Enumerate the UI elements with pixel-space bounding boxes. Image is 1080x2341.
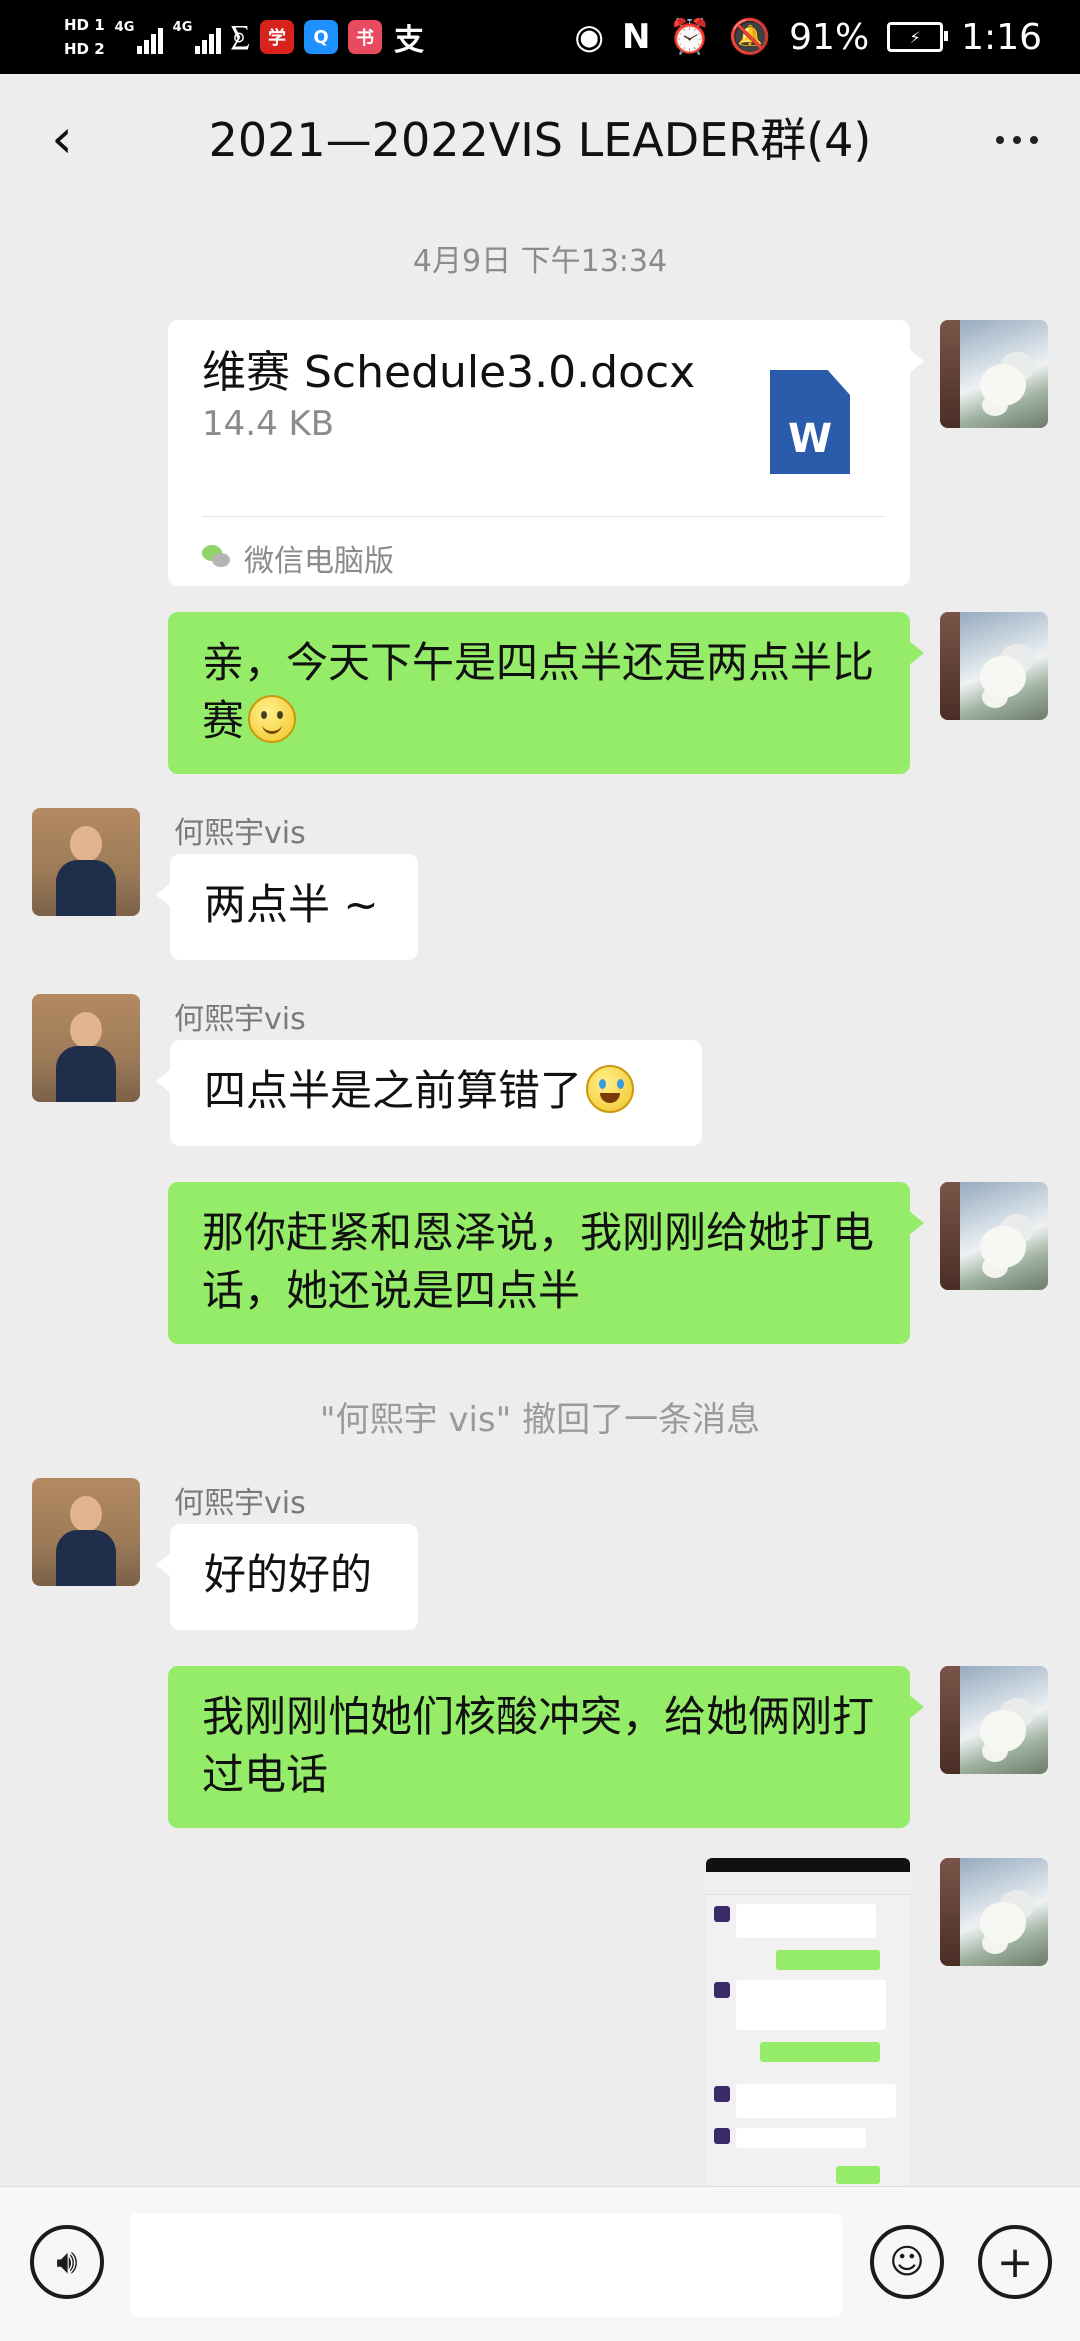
file-source: 微信电脑版 bbox=[202, 536, 394, 580]
thumb-avatar bbox=[714, 2128, 730, 2144]
file-message-card[interactable]: 维赛 Schedule3.0.docx 14.4 KB W 微信电脑版 bbox=[168, 320, 924, 586]
avatar-other[interactable] bbox=[32, 994, 140, 1102]
input-bar: 🔊︎ ☺ + bbox=[0, 2186, 1080, 2341]
message-text: 四点半是之前算错了 bbox=[204, 1066, 583, 1115]
thumb-bubble bbox=[736, 2084, 896, 2118]
hd1-label: HD 1 bbox=[64, 16, 105, 34]
message-text: 亲，今天下午是四点半还是两点半比赛 bbox=[202, 638, 875, 745]
thumb-statusbar bbox=[706, 1858, 910, 1872]
thumb-bubble bbox=[776, 1950, 880, 1970]
thumb-avatar bbox=[714, 1906, 730, 1922]
message-bubble-received[interactable]: 好的好的 bbox=[156, 1524, 418, 1630]
thumb-avatar bbox=[714, 2086, 730, 2102]
wifi-icon: ⨊ bbox=[230, 19, 250, 54]
avatar-self[interactable] bbox=[940, 1182, 1048, 1290]
avatar-self[interactable] bbox=[940, 612, 1048, 720]
doc-icon-letter: W bbox=[787, 416, 833, 462]
voice-icon[interactable]: 🔊︎ bbox=[30, 2225, 104, 2299]
avatar-other[interactable] bbox=[32, 808, 140, 916]
hd-indicators: HD 1 HD 2 bbox=[64, 15, 105, 59]
app-alipay-icon: 支 bbox=[393, 23, 424, 58]
status-bar: HD 1 HD 2 4G 4G ⨊ 学 Q 书 支 ◉ N ⏰ 🔕 91% ⚡ … bbox=[0, 0, 1080, 74]
message-text: 两点半 ~ bbox=[204, 880, 379, 929]
nfc-icon: N bbox=[621, 17, 651, 57]
sender-name: 何熙宇vis bbox=[174, 816, 306, 851]
signal-2-icon: 4G bbox=[173, 20, 221, 54]
chat-header: ‹ 2021—2022VIS LEADER群(4) bbox=[0, 74, 1080, 206]
word-doc-icon: W bbox=[770, 370, 850, 474]
avatar-self[interactable] bbox=[940, 1858, 1048, 1966]
app-search-icon: Q bbox=[303, 20, 338, 54]
file-size: 14.4 KB bbox=[202, 404, 335, 444]
thumb-bubble bbox=[836, 2166, 880, 2184]
message-list[interactable]: 4月9日 下午13:34 维赛 Schedule3.0.docx 14.4 KB… bbox=[0, 206, 1080, 2186]
laugh-cry-emoji-icon bbox=[586, 1065, 635, 1113]
mute-icon: 🔕 bbox=[728, 17, 772, 57]
status-left: HD 1 HD 2 4G 4G ⨊ 学 Q 书 支 bbox=[64, 6, 426, 68]
message-text: 我刚刚怕她们核酸冲突，给她俩刚打过电话 bbox=[202, 1692, 875, 1799]
avatar-self[interactable] bbox=[940, 320, 1048, 428]
net2-label: 4G bbox=[172, 20, 193, 35]
thumb-header bbox=[706, 1872, 910, 1895]
message-bubble-sent[interactable]: 我刚刚怕她们核酸冲突，给她俩刚打过电话 bbox=[168, 1666, 924, 1828]
chat-title: 2021—2022VIS LEADER群(4) bbox=[208, 113, 872, 167]
thumb-avatar bbox=[714, 1982, 730, 1998]
message-bubble-received[interactable]: 两点半 ~ bbox=[156, 854, 418, 960]
plus-icon[interactable]: + bbox=[978, 2225, 1052, 2299]
signal-1-icon: 4G bbox=[115, 20, 163, 54]
thumb-bubble bbox=[736, 2128, 866, 2148]
message-bubble-sent[interactable]: 亲，今天下午是四点半还是两点半比赛 bbox=[168, 612, 924, 774]
clock: 1:16 bbox=[961, 16, 1042, 58]
more-dots-icon[interactable] bbox=[984, 112, 1050, 168]
message-input[interactable] bbox=[130, 2213, 842, 2317]
thumb-bubble bbox=[736, 1980, 886, 2030]
avatar-self[interactable] bbox=[940, 1666, 1048, 1774]
thumb-bubble bbox=[760, 2042, 880, 2062]
image-message-thumbnail[interactable] bbox=[706, 1858, 910, 2186]
smile-emoji-icon bbox=[248, 695, 297, 743]
eye-icon: ◉ bbox=[574, 17, 604, 57]
sender-name: 何熙宇vis bbox=[174, 1486, 306, 1521]
status-right: ◉ N ⏰ 🔕 91% ⚡ 1:16 bbox=[574, 0, 1042, 74]
card-divider bbox=[202, 516, 884, 517]
app-book-icon: 书 bbox=[347, 20, 382, 54]
message-text: 好的好的 bbox=[204, 1550, 373, 1599]
battery-icon: ⚡ bbox=[887, 22, 949, 52]
message-text: 那你赶紧和恩泽说，我刚刚给她打电话，她还说是四点半 bbox=[202, 1208, 875, 1315]
message-bubble-sent[interactable]: 那你赶紧和恩泽说，我刚刚给她打电话，她还说是四点半 bbox=[168, 1182, 924, 1344]
message-timestamp: 4月9日 下午13:34 bbox=[412, 244, 668, 279]
emoji-icon[interactable]: ☺ bbox=[870, 2225, 944, 2299]
file-name: 维赛 Schedule3.0.docx bbox=[202, 347, 696, 398]
wechat-pc-icon bbox=[202, 545, 232, 571]
message-bubble-received[interactable]: 四点半是之前算错了 bbox=[156, 1040, 702, 1146]
sender-name: 何熙宇vis bbox=[174, 1002, 306, 1037]
hd2-label: HD 2 bbox=[64, 40, 105, 58]
avatar-other[interactable] bbox=[32, 1478, 140, 1586]
app-xuexi-icon: 学 bbox=[259, 20, 294, 54]
thumb-bubble bbox=[736, 1904, 876, 1938]
battery-percent: 91% bbox=[789, 16, 870, 58]
net1-label: 4G bbox=[114, 20, 135, 35]
recall-notice: "何熙宇 vis" 撤回了一条消息 bbox=[319, 1400, 761, 1440]
alarm-icon: ⏰ bbox=[668, 17, 711, 57]
file-source-label: 微信电脑版 bbox=[244, 544, 394, 579]
